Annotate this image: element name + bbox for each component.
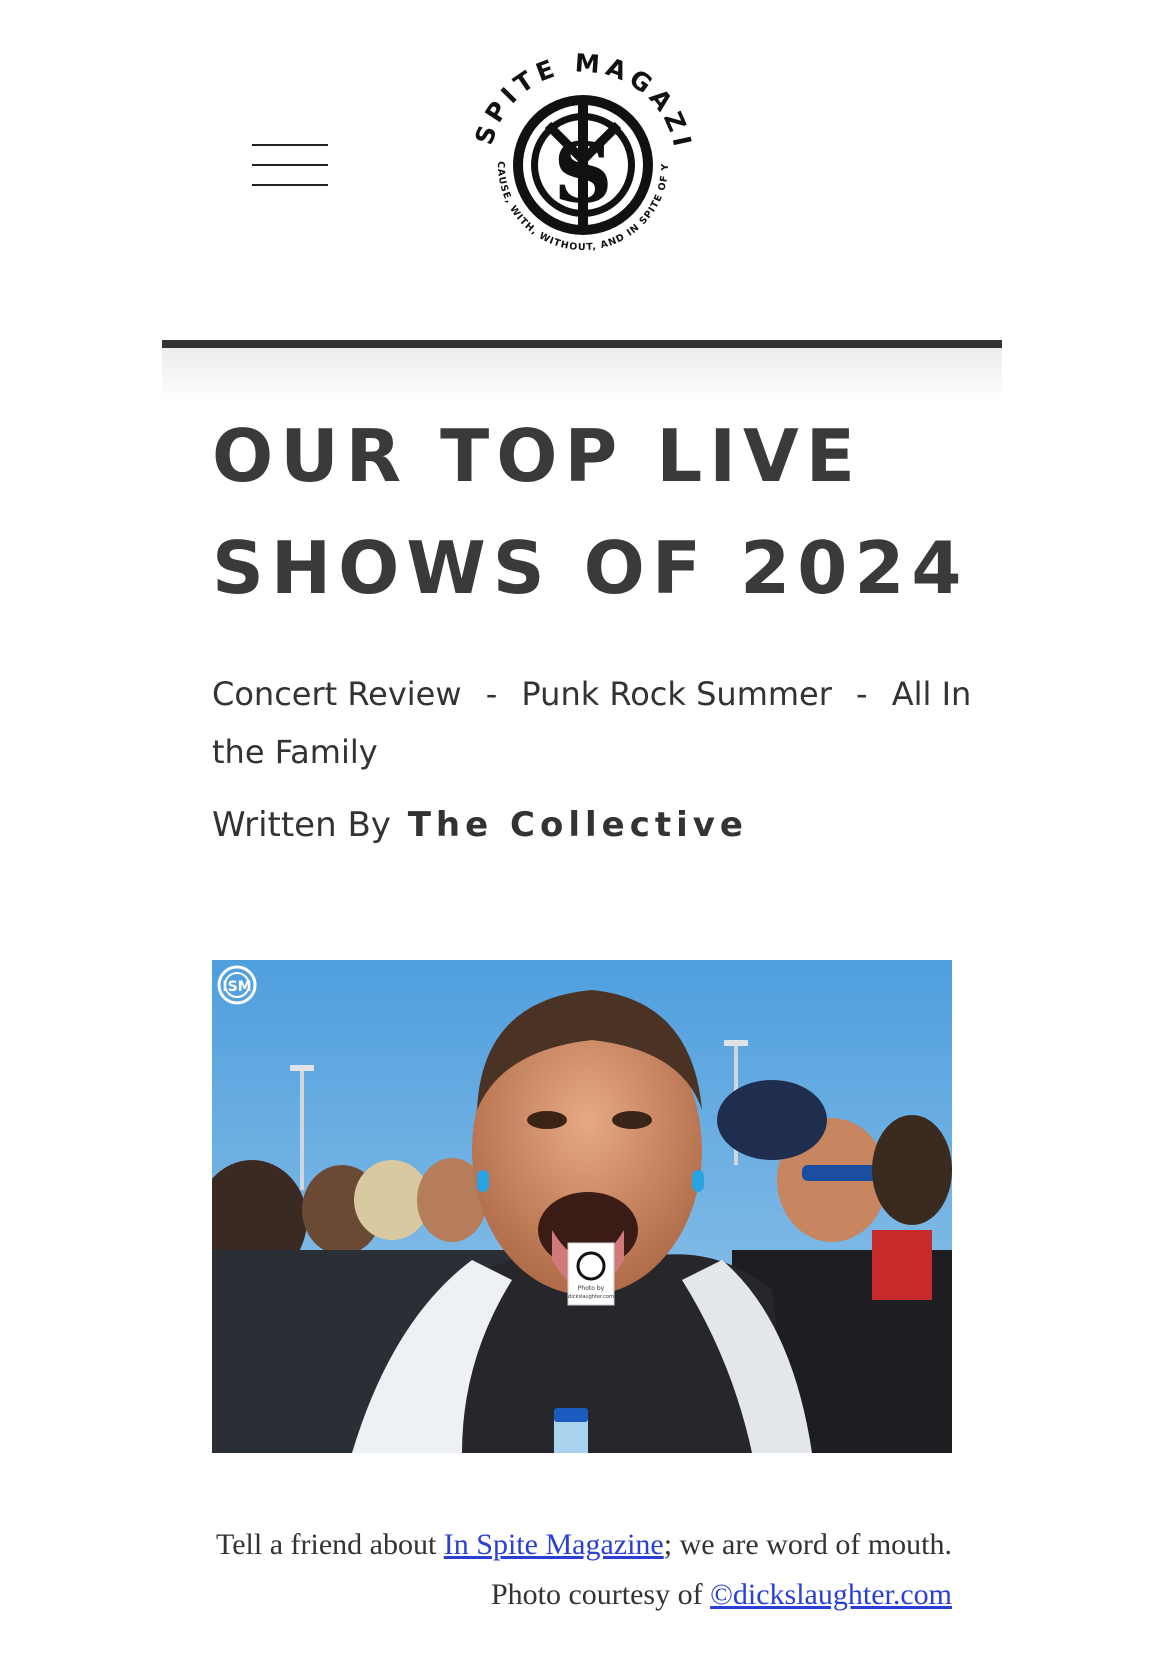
tag-separator: - — [856, 675, 868, 713]
divider-shadow — [162, 348, 1002, 403]
tag-separator: - — [485, 675, 498, 713]
tag-concert-review[interactable]: Concert Review — [212, 675, 462, 713]
byline-prefix: Written By — [212, 805, 391, 845]
photo-watermark: ISM — [222, 979, 251, 995]
author-name[interactable]: The Collective — [408, 805, 748, 845]
byline: Written By The Collective — [212, 805, 748, 845]
tag-punk-rock-summer[interactable]: Punk Rock Summer — [521, 675, 831, 713]
article-title: OUR TOP LIVE SHOWS OF 2024 — [212, 400, 992, 624]
article-tags: Concert Review - Punk Rock Summer - All … — [212, 665, 972, 781]
header-divider — [162, 340, 1002, 348]
dickslaughter-link[interactable]: ©dickslaughter.com — [710, 1578, 952, 1611]
photo-caption: Tell a friend about In Spite Magazine; w… — [212, 1520, 952, 1620]
caption-text-before: Tell a friend about — [215, 1528, 444, 1561]
svg-text:S: S — [553, 126, 612, 222]
title-line-1: OUR TOP LIVE — [212, 414, 862, 498]
photo-card-line1: Photo by — [578, 1285, 605, 1292]
hamburger-menu-icon[interactable] — [252, 144, 328, 188]
hero-photo: Photo by dickslaughter.com ISM — [212, 960, 952, 1453]
in-spite-magazine-logo[interactable]: IN SPITE MAGAZINE BECAUSE, WITH, WITHOUT… — [468, 50, 698, 280]
title-line-2: SHOWS OF 2024 — [212, 526, 969, 610]
site-header: IN SPITE MAGAZINE BECAUSE, WITH, WITHOUT… — [0, 0, 1170, 340]
in-spite-magazine-link[interactable]: In Spite Magazine — [444, 1528, 664, 1561]
photo-card-line2: dickslaughter.com — [568, 1294, 614, 1300]
